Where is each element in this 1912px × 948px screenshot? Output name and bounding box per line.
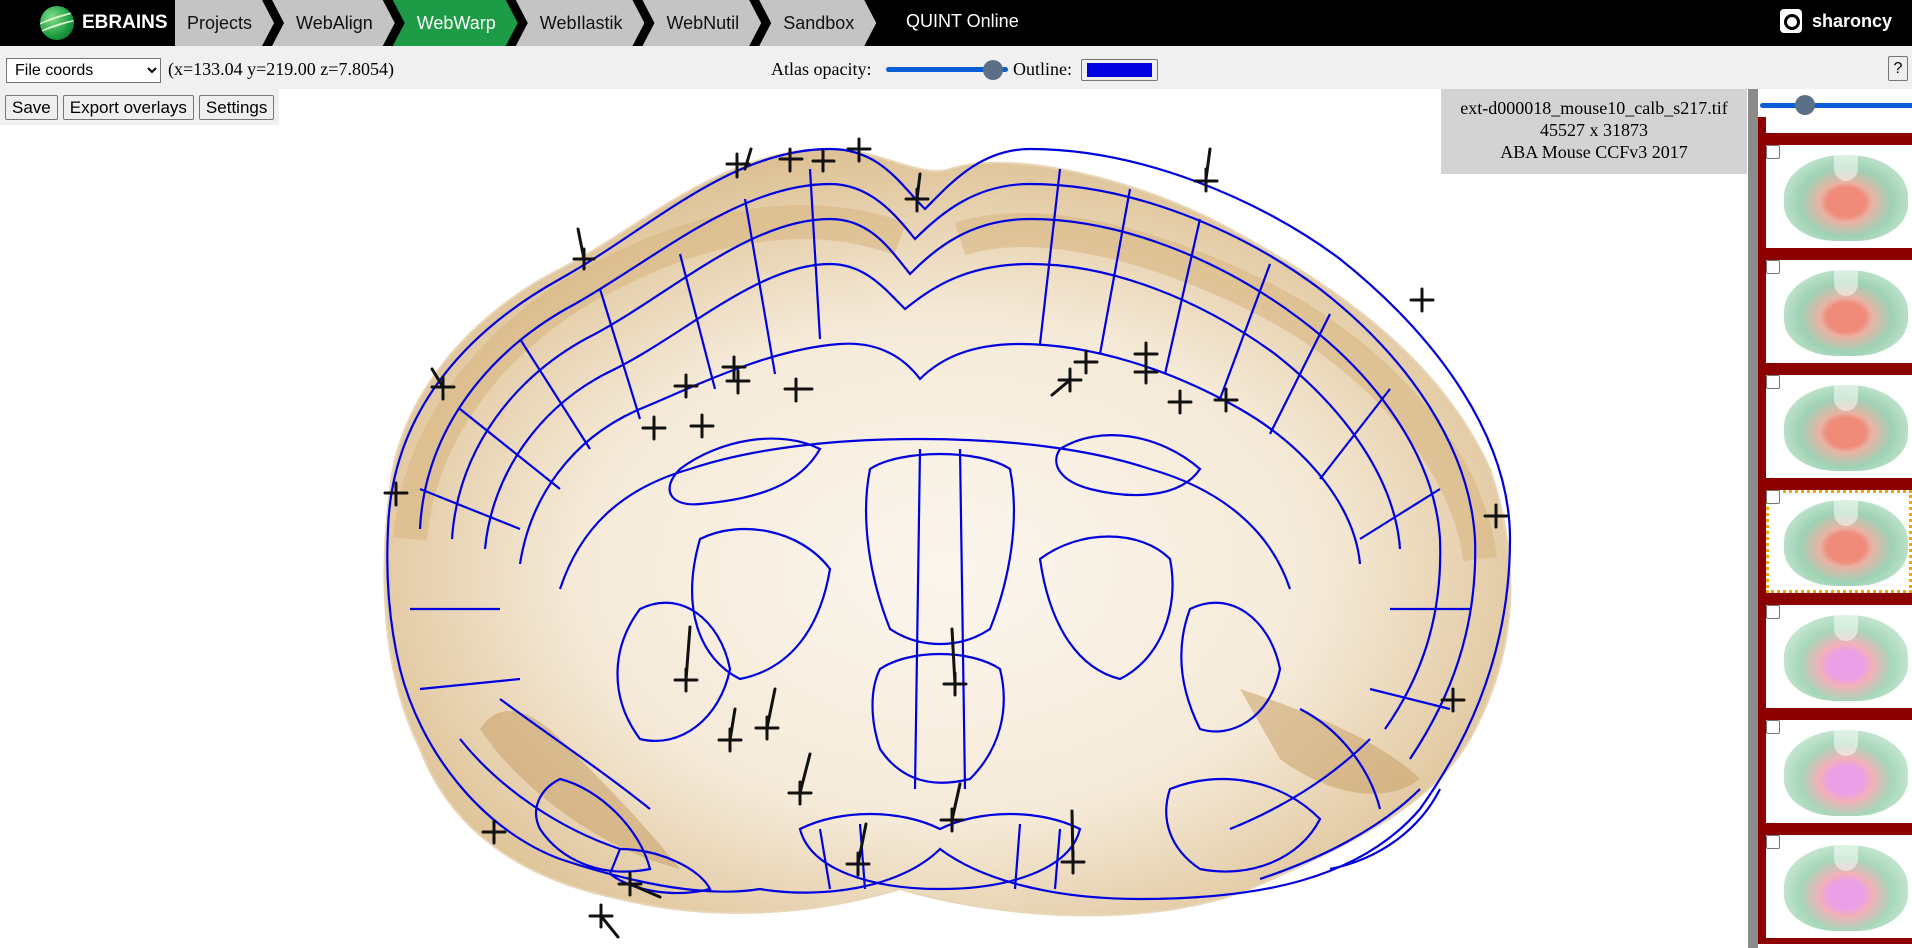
- slider-track: [1760, 103, 1912, 108]
- brain-section-thumbnail: [1784, 385, 1908, 471]
- thumbnail-checkbox[interactable]: [1766, 835, 1780, 849]
- brain-section-thumbnail: [1784, 500, 1908, 586]
- tab-webilastik[interactable]: WebIlastik: [516, 0, 645, 46]
- section-viewer[interactable]: Save Export overlays Settings ext-d00001…: [0, 89, 1748, 948]
- control-point-marker: [1193, 147, 1219, 193]
- tab-label: WebNutil: [666, 12, 740, 33]
- thumbnail-image: [1766, 605, 1912, 708]
- tab-webwarp[interactable]: WebWarp: [393, 0, 518, 46]
- viewer-toolbar: File coords (x=133.04 y=219.00 z=7.8054)…: [0, 46, 1912, 89]
- top-navbar: EBRAINS Projects WebAlign WebWarp WebIla…: [0, 0, 1912, 46]
- thumbnail-image: [1766, 145, 1912, 248]
- brain-section-thumbnail: [1784, 845, 1908, 931]
- image-info-panel: ext-d000018_mouse10_calb_s217.tif 45527 …: [1441, 89, 1747, 174]
- thumbnail-list: [1758, 117, 1912, 944]
- outline-color-picker[interactable]: [1081, 59, 1158, 81]
- atlas-opacity-label: Atlas opacity:: [771, 59, 872, 79]
- save-button[interactable]: Save: [5, 95, 58, 120]
- outline-label: Outline:: [1013, 59, 1072, 79]
- thumbnail-checkbox[interactable]: [1766, 375, 1780, 389]
- thumbnail-image: [1766, 720, 1912, 823]
- user-icon: [1779, 9, 1802, 33]
- thumbnail-image: [1766, 490, 1912, 593]
- section-thumbnail[interactable]: [1758, 139, 1912, 254]
- tab-label: Sandbox: [783, 12, 855, 33]
- filmstrip-slider[interactable]: [1760, 94, 1912, 116]
- thumbnail-checkbox[interactable]: [1766, 260, 1780, 274]
- help-button[interactable]: ?: [1888, 56, 1908, 81]
- brain-section-thumbnail: [1784, 155, 1908, 241]
- brain-section-thumbnail: [1784, 615, 1908, 701]
- section-filmstrip[interactable]: [1748, 89, 1912, 948]
- brain-section-thumbnail: [1784, 270, 1908, 356]
- filmstrip-scrollbar[interactable]: [1748, 89, 1758, 948]
- tab-label: WebIlastik: [539, 12, 623, 33]
- action-buttons: Save Export overlays Settings: [0, 89, 280, 125]
- tab-sandbox[interactable]: Sandbox: [759, 0, 876, 46]
- tab-webalign[interactable]: WebAlign: [272, 0, 395, 46]
- section-thumbnail[interactable]: [1758, 369, 1912, 484]
- tab-label: Projects: [187, 12, 253, 33]
- thumbnail-image: [1766, 117, 1912, 133]
- coord-readout: (x=133.04 y=219.00 z=7.8054): [168, 59, 394, 79]
- control-point-marker: [588, 903, 620, 939]
- settings-button[interactable]: Settings: [198, 95, 275, 120]
- slider-thumb[interactable]: [1794, 95, 1815, 115]
- section-thumbnail[interactable]: [1758, 254, 1912, 369]
- tab-label: WebAlign: [296, 12, 373, 33]
- brain-section-thumbnail: [1784, 730, 1908, 816]
- user-menu[interactable]: sharoncy: [1779, 9, 1892, 33]
- thumbnail-partial[interactable]: [1758, 117, 1912, 139]
- atlas-opacity-slider[interactable]: [886, 60, 1008, 80]
- coord-mode-select[interactable]: File coords: [6, 58, 161, 83]
- thumbnail-checkbox[interactable]: [1766, 720, 1780, 734]
- tab-label: WebWarp: [416, 12, 496, 33]
- export-overlays-button[interactable]: Export overlays: [62, 95, 194, 120]
- image-dimensions: 45527 x 31873: [1540, 120, 1648, 140]
- section-thumbnail[interactable]: [1758, 484, 1912, 599]
- control-point-marker: [1409, 287, 1435, 313]
- username: sharoncy: [1811, 10, 1892, 31]
- thumbnail-checkbox[interactable]: [1766, 605, 1780, 619]
- app-tabs: Projects WebAlign WebWarp WebIlastik Web…: [175, 0, 874, 46]
- image-filename: ext-d000018_mouse10_calb_s217.tif: [1460, 98, 1728, 118]
- thumbnail-image: [1766, 375, 1912, 478]
- thumbnail-image: [1766, 260, 1912, 363]
- tab-projects[interactable]: Projects: [175, 0, 274, 46]
- tab-webnutil[interactable]: WebNutil: [642, 0, 761, 46]
- section-thumbnail[interactable]: [1758, 599, 1912, 714]
- section-thumbnail[interactable]: [1758, 714, 1912, 829]
- section-thumbnail[interactable]: [1758, 829, 1912, 944]
- thumbnail-checkbox[interactable]: [1766, 145, 1780, 159]
- brand-name: EBRAINS: [82, 12, 168, 33]
- ebrains-logo-icon: [40, 6, 74, 40]
- ebrains-logo[interactable]: EBRAINS: [40, 4, 168, 42]
- outline-color-swatch: [1087, 63, 1152, 77]
- app-title: QUINT Online: [906, 11, 1019, 31]
- brain-section-canvas[interactable]: [0, 89, 1748, 948]
- slider-thumb[interactable]: [983, 60, 1004, 80]
- thumbnail-checkbox[interactable]: [1766, 490, 1780, 504]
- atlas-name: ABA Mouse CCFv3 2017: [1500, 142, 1688, 162]
- thumbnail-image: [1766, 835, 1912, 938]
